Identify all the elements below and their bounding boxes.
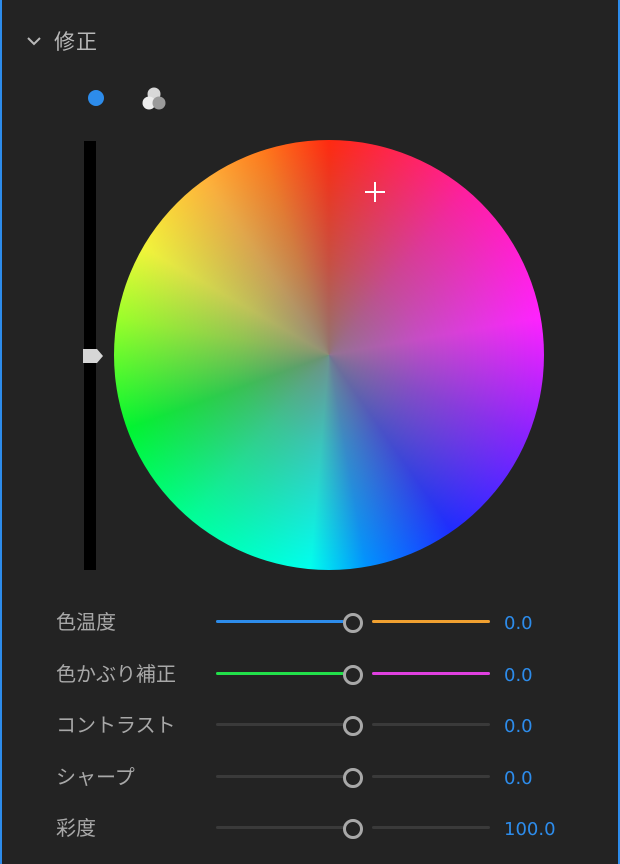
slider-value[interactable]: 100.0 bbox=[504, 815, 556, 845]
slider-track-left[interactable] bbox=[216, 672, 344, 675]
slider-label: 彩度 bbox=[56, 816, 96, 840]
slider-track-right[interactable] bbox=[372, 672, 490, 675]
single-wheel-mode-button[interactable] bbox=[88, 90, 104, 106]
slider-track-left[interactable] bbox=[216, 775, 344, 778]
section-header[interactable]: 修正 bbox=[26, 26, 98, 56]
slider-label: シャープ bbox=[56, 765, 135, 789]
slider-track-right[interactable] bbox=[372, 826, 490, 829]
slider-knob[interactable] bbox=[343, 665, 363, 685]
slider-track-right[interactable] bbox=[372, 723, 490, 726]
slider-label: 色温度 bbox=[56, 610, 116, 634]
slider-row: 色かぶり補正 0.0 bbox=[2, 659, 620, 689]
slider-value[interactable]: 0.0 bbox=[504, 712, 533, 742]
slider-track-right[interactable] bbox=[372, 620, 490, 623]
slider-knob[interactable] bbox=[343, 716, 363, 736]
slider-value[interactable]: 0.0 bbox=[504, 764, 533, 794]
slider-value[interactable]: 0.0 bbox=[504, 609, 533, 639]
slider-label: 色かぶり補正 bbox=[56, 662, 176, 686]
correction-panel: 修正 色温度 0.0 色かぶり補正 0.0 コントラスト 0.0 シャープ 0.0 彩度 100.… bbox=[0, 0, 620, 864]
crosshair-icon bbox=[365, 182, 385, 202]
chevron-down-icon[interactable] bbox=[26, 33, 42, 49]
color-wheel[interactable] bbox=[114, 140, 544, 570]
slider-row: 色温度 0.0 bbox=[2, 607, 620, 637]
section-title: 修正 bbox=[54, 30, 98, 54]
luminance-slider-handle[interactable] bbox=[82, 348, 104, 364]
rgb-circles-icon[interactable] bbox=[140, 86, 168, 112]
slider-track-left[interactable] bbox=[216, 620, 344, 623]
slider-track-right[interactable] bbox=[372, 775, 490, 778]
slider-row: シャープ 0.0 bbox=[2, 762, 620, 792]
slider-label: コントラスト bbox=[56, 713, 176, 737]
slider-knob[interactable] bbox=[343, 613, 363, 633]
slider-knob[interactable] bbox=[343, 819, 363, 839]
slider-row: 彩度 100.0 bbox=[2, 813, 620, 843]
slider-row: コントラスト 0.0 bbox=[2, 710, 620, 740]
slider-track-left[interactable] bbox=[216, 723, 344, 726]
slider-value[interactable]: 0.0 bbox=[504, 661, 533, 691]
slider-knob[interactable] bbox=[343, 768, 363, 788]
slider-track-left[interactable] bbox=[216, 826, 344, 829]
